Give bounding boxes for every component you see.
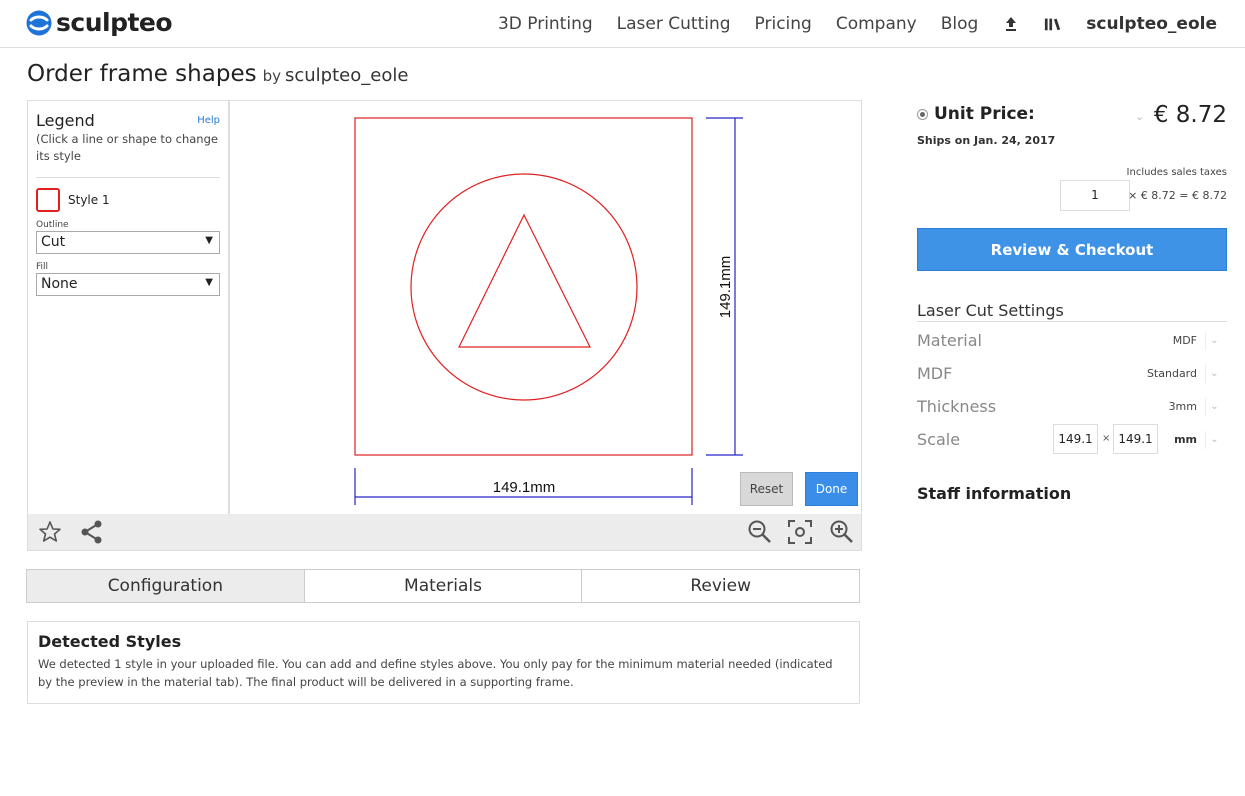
- setting-scale: Scale 149.1 × 149.1 mm ⌄: [917, 421, 1227, 454]
- zoom-out-icon[interactable]: [747, 519, 773, 545]
- style-swatch[interactable]: [36, 188, 60, 212]
- by-label: by: [262, 67, 281, 85]
- logo-text: sculpteo: [56, 8, 173, 37]
- chevron-down-icon[interactable]: ⌄: [1205, 431, 1223, 449]
- quantity-input[interactable]: 1: [1060, 180, 1130, 211]
- nav-3d-printing[interactable]: 3D Printing: [498, 14, 593, 34]
- chevron-down-icon[interactable]: ⌄: [1205, 398, 1223, 416]
- setting-label: Material: [917, 331, 982, 350]
- tab-materials[interactable]: Materials: [305, 570, 583, 602]
- setting-value: MDF: [1172, 334, 1197, 347]
- fit-view-icon[interactable]: [787, 519, 813, 545]
- chevron-down-icon[interactable]: ⌄: [1205, 365, 1223, 383]
- setting-label: MDF: [917, 364, 953, 383]
- outline-select[interactable]: Cut ▼: [36, 231, 220, 254]
- legend-title: Legend: [36, 111, 95, 130]
- setting-value: 3mm: [1168, 400, 1197, 413]
- legend-panel: Legend Help (Click a line or shape to ch…: [28, 101, 230, 514]
- scale-separator: ×: [1102, 433, 1111, 444]
- scale-label: Scale: [917, 430, 961, 449]
- quantity-row: 1 × € 8.72 = € 8.72: [917, 180, 1227, 212]
- staff-information-title: Staff information: [917, 484, 1072, 503]
- legend-divider: [36, 177, 220, 178]
- nav-user-account[interactable]: sculpteo_eole: [1086, 14, 1217, 34]
- order-sidebar: Unit Price: ⌄ € 8.72 Ships on Jan. 24, 2…: [917, 100, 1227, 503]
- viewer-toolbar: [28, 514, 861, 550]
- library-icon[interactable]: [1044, 15, 1062, 33]
- design-canvas[interactable]: 149.1mm 149.1mm Reset Done: [232, 101, 861, 514]
- detected-styles-text: We detected 1 style in your uploaded fil…: [38, 657, 833, 689]
- main-nav: 3D Printing Laser Cutting Pricing Compan…: [474, 0, 1217, 48]
- nav-laser-cutting[interactable]: Laser Cutting: [617, 14, 731, 34]
- cut-triangle: [458, 213, 591, 348]
- legend-description: (Click a line or shape to change its sty…: [36, 132, 218, 163]
- detected-styles-title: Detected Styles: [38, 632, 182, 651]
- cut-frame-square: [354, 117, 693, 456]
- chevron-down-icon[interactable]: ⌄: [1205, 332, 1223, 350]
- laser-cut-settings-title: Laser Cut Settings: [917, 301, 1227, 322]
- ship-date: Ships on Jan. 24, 2017: [917, 134, 1056, 147]
- fill-label: Fill: [36, 262, 49, 272]
- width-dimension-label: 149.1mm: [493, 479, 556, 496]
- author-link[interactable]: sculpteo_eole: [285, 65, 408, 86]
- sculpteo-logo-icon: [26, 10, 52, 35]
- tab-configuration[interactable]: Configuration: [27, 570, 305, 602]
- scale-y-input[interactable]: 149.1: [1113, 424, 1158, 454]
- zoom-in-icon[interactable]: [829, 519, 855, 545]
- sculpteo-logo[interactable]: sculpteo: [26, 8, 173, 37]
- setting-mdf[interactable]: MDF Standard ⌄: [917, 355, 1227, 388]
- share-icon[interactable]: [79, 519, 105, 545]
- fill-select[interactable]: None ▼: [36, 273, 220, 296]
- sales-tax-note: Includes sales taxes: [1126, 167, 1227, 178]
- nav-company[interactable]: Company: [836, 14, 917, 34]
- style-item[interactable]: Style 1: [36, 188, 220, 212]
- cut-circle: [410, 173, 638, 401]
- outline-label: Outline: [36, 220, 69, 230]
- unit-price-label: Unit Price:: [934, 104, 1035, 124]
- scale-x-input[interactable]: 149.1: [1053, 424, 1098, 454]
- scale-unit: mm: [1174, 433, 1197, 446]
- setting-value: Standard: [1146, 367, 1197, 380]
- unit-price-row: Unit Price: ⌄ € 8.72: [917, 100, 1227, 134]
- design-drawing[interactable]: 149.1mm 149.1mm: [232, 101, 861, 514]
- order-title: Order frame shapes: [27, 61, 257, 87]
- detected-styles-panel: Detected Styles We detected 1 style in y…: [27, 621, 860, 704]
- price-calculation: × € 8.72 = € 8.72: [1128, 189, 1227, 202]
- unit-price-radio[interactable]: [917, 109, 928, 120]
- top-navigation-bar: sculpteo 3D Printing Laser Cutting Prici…: [0, 0, 1245, 48]
- style-name: Style 1: [68, 193, 110, 207]
- setting-material[interactable]: Material MDF ⌄: [917, 322, 1227, 355]
- star-icon[interactable]: [37, 519, 63, 545]
- legend-header: Legend Help: [36, 111, 220, 130]
- review-checkout-button[interactable]: Review & Checkout: [917, 228, 1227, 271]
- upload-icon[interactable]: [1002, 15, 1020, 33]
- reset-button[interactable]: Reset: [740, 472, 793, 506]
- unit-price-value: € 8.72: [1153, 102, 1227, 128]
- chevron-down-icon[interactable]: ⌄: [1135, 110, 1144, 123]
- done-button[interactable]: Done: [805, 472, 858, 506]
- fill-value: None: [41, 276, 78, 292]
- dropdown-arrow-icon: ▼: [205, 235, 213, 246]
- design-viewer: Legend Help (Click a line or shape to ch…: [27, 100, 862, 551]
- nav-blog[interactable]: Blog: [941, 14, 979, 34]
- page-title: Order frame shapes by sculpteo_eole: [27, 61, 408, 87]
- height-dimension-label: 149.1mm: [717, 256, 734, 319]
- setting-label: Thickness: [917, 397, 997, 416]
- tab-review[interactable]: Review: [582, 570, 859, 602]
- configuration-tabs: Configuration Materials Review: [26, 569, 860, 603]
- setting-thickness[interactable]: Thickness 3mm ⌄: [917, 388, 1227, 421]
- dropdown-arrow-icon: ▼: [205, 277, 213, 288]
- outline-value: Cut: [41, 234, 66, 250]
- nav-pricing[interactable]: Pricing: [755, 14, 812, 34]
- help-link[interactable]: Help: [197, 115, 220, 126]
